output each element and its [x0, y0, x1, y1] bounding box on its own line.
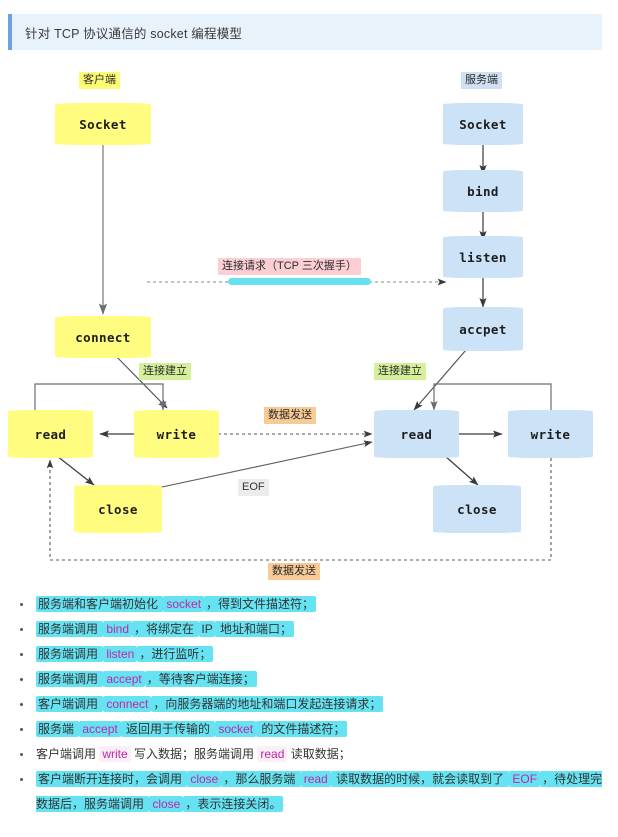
note-code: close [149, 796, 184, 812]
note-text: 服务端调用 [36, 646, 104, 662]
header-callout: 针对 TCP 协议通信的 socket 编程模型 [8, 14, 602, 50]
note-item: 客户端调用 write 写入数据；服务端调用 read 读取数据； [20, 742, 604, 767]
note-text: 的文件描述符； [256, 721, 348, 737]
note-text: 读取数据的时候，就会读取到了 [330, 771, 510, 787]
note-code: accept [79, 721, 121, 737]
note-text: ，表示连接关闭。 [183, 796, 284, 812]
note-text: 服务端 [36, 721, 80, 737]
note-item: 服务端调用 listen ，进行监听； [20, 642, 604, 667]
note-text: 服务端调用 [36, 671, 104, 687]
note-text: ，那么服务端 [221, 771, 301, 787]
note-item: 服务端调用 accept ，等待客户端连接； [20, 667, 604, 692]
node-server-write[interactable]: write [508, 410, 593, 458]
node-server-listen[interactable]: listen [443, 236, 523, 278]
note-code: listen [103, 646, 138, 662]
note-text: ，得到文件描述符； [204, 596, 317, 612]
note-text: 服务端和客户端初始化 [36, 596, 164, 612]
node-client-connect[interactable]: connect [55, 316, 151, 358]
node-client-socket[interactable]: Socket [55, 103, 151, 145]
label-data-send-top: 数据发送 [264, 407, 316, 424]
node-client-write[interactable]: write [134, 410, 219, 458]
note-code: EOF [509, 771, 541, 787]
node-client-read[interactable]: read [8, 410, 93, 458]
note-text: ，进行监听； [137, 646, 214, 662]
note-code: connect [103, 696, 152, 712]
server-column-label: 服务端 [461, 72, 502, 89]
note-item: 客户端断开连接时，会调用 close ，那么服务端 read 读取数据的时候，就会… [20, 767, 604, 817]
note-text: 客户端调用 [36, 747, 100, 761]
note-code: bind [103, 621, 133, 637]
node-server-read[interactable]: read [374, 410, 459, 458]
socket-flow-diagram: 客户端 服务端 Socket connect read write close … [0, 60, 618, 590]
notes-list: 服务端和客户端初始化 socket ，得到文件描述符； 服务端调用 bind ，将绑定… [0, 592, 618, 817]
note-code: accept [103, 671, 145, 687]
label-established-server: 连接建立 [374, 363, 426, 380]
note-text: 客户端调用 [36, 696, 104, 712]
notes-section: 服务端和客户端初始化 socket ，得到文件描述符； 服务端调用 bind ，将绑定… [0, 592, 618, 817]
label-handshake: 连接请求（TCP 三次握手） [218, 258, 361, 275]
note-text: 写入数据；服务端调用 [130, 747, 258, 761]
label-eof: EOF [238, 479, 269, 496]
note-text: ，向服务器端的地址和端口发起连接请求； [151, 696, 384, 712]
handshake-underline-bar [228, 278, 371, 285]
note-text: 返回用于传输的 [120, 721, 216, 737]
note-code: read [257, 746, 288, 762]
note-item: 客户端调用 connect ，向服务器端的地址和端口发起连接请求； [20, 692, 604, 717]
note-code: write [99, 746, 131, 762]
note-item: 服务端 accept 返回用于传输的 socket 的文件描述符； [20, 717, 604, 742]
label-established-client: 连接建立 [139, 363, 191, 380]
note-item: 服务端和客户端初始化 socket ，得到文件描述符； [20, 592, 604, 617]
node-server-close[interactable]: close [433, 485, 521, 533]
note-text: 地址和端口； [214, 621, 295, 637]
note-text: ，等待客户端连接； [144, 671, 257, 687]
note-code: socket [215, 721, 257, 737]
note-text: IP [199, 621, 215, 637]
note-code: close [187, 771, 222, 787]
note-item: 服务端调用 bind ，将绑定在 IP 地址和端口； [20, 617, 604, 642]
note-text: 读取数据； [287, 747, 351, 761]
note-text: 客户端断开连接时，会调用 [36, 771, 188, 787]
node-client-close[interactable]: close [74, 485, 162, 533]
label-data-send-bottom: 数据发送 [268, 563, 320, 580]
note-code: socket [163, 596, 205, 612]
node-server-accept[interactable]: accpet [443, 307, 523, 351]
note-text: ，将绑定在 [132, 621, 200, 637]
node-server-bind[interactable]: bind [443, 170, 523, 212]
note-code: read [300, 771, 331, 787]
node-server-socket[interactable]: Socket [443, 103, 523, 145]
note-text: 服务端调用 [36, 621, 104, 637]
client-column-label: 客户端 [79, 72, 120, 89]
page-title: 针对 TCP 协议通信的 socket 编程模型 [25, 26, 243, 41]
